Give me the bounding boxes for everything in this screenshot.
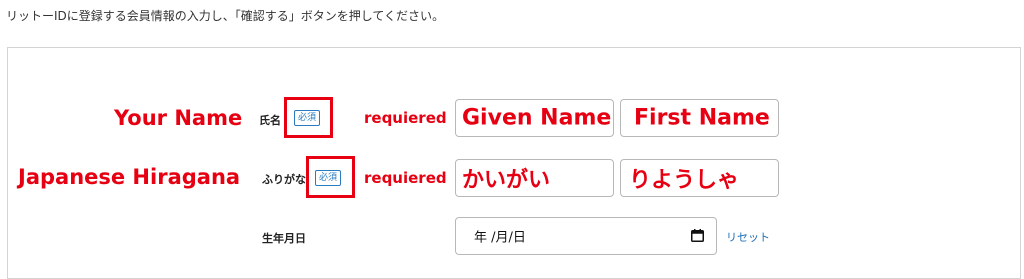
hiragana-given-input[interactable]: かいがい <box>455 159 614 197</box>
birthdate-input[interactable]: 年 /月/日 <box>455 217 717 255</box>
given-name-value: Given Name <box>462 105 612 131</box>
calendar-icon[interactable] <box>691 229 704 242</box>
name-label: 氏名 <box>259 114 281 127</box>
annotation-requiered-name: requiered <box>364 109 447 127</box>
furigana-label: ふりがな <box>262 173 306 186</box>
hiragana-first-value: りようしゃ <box>629 168 740 193</box>
birthdate-label: 生年月日 <box>262 232 306 245</box>
reset-link[interactable]: リセット <box>726 229 770 245</box>
intro-text: リットーIDに登録する会員情報の入力し、「確認する」ボタンを押してください。 <box>6 9 445 23</box>
required-badge-name: 必須 <box>294 110 321 126</box>
birthdate-placeholder: 年 /月/日 <box>474 230 526 246</box>
annotation-requiered-furigana: requiered <box>364 169 447 187</box>
hiragana-first-input[interactable]: りようしゃ <box>620 159 779 197</box>
hiragana-given-value: かいがい <box>462 168 551 193</box>
given-name-input[interactable]: Given Name <box>455 99 614 137</box>
first-name-value: First Name <box>634 105 770 131</box>
annotation-japanese-hiragana: Japanese Hiragana <box>18 165 241 189</box>
required-badge-furigana: 必須 <box>315 170 342 186</box>
annotation-your-name: Your Name <box>114 106 243 130</box>
first-name-input[interactable]: First Name <box>620 99 779 137</box>
